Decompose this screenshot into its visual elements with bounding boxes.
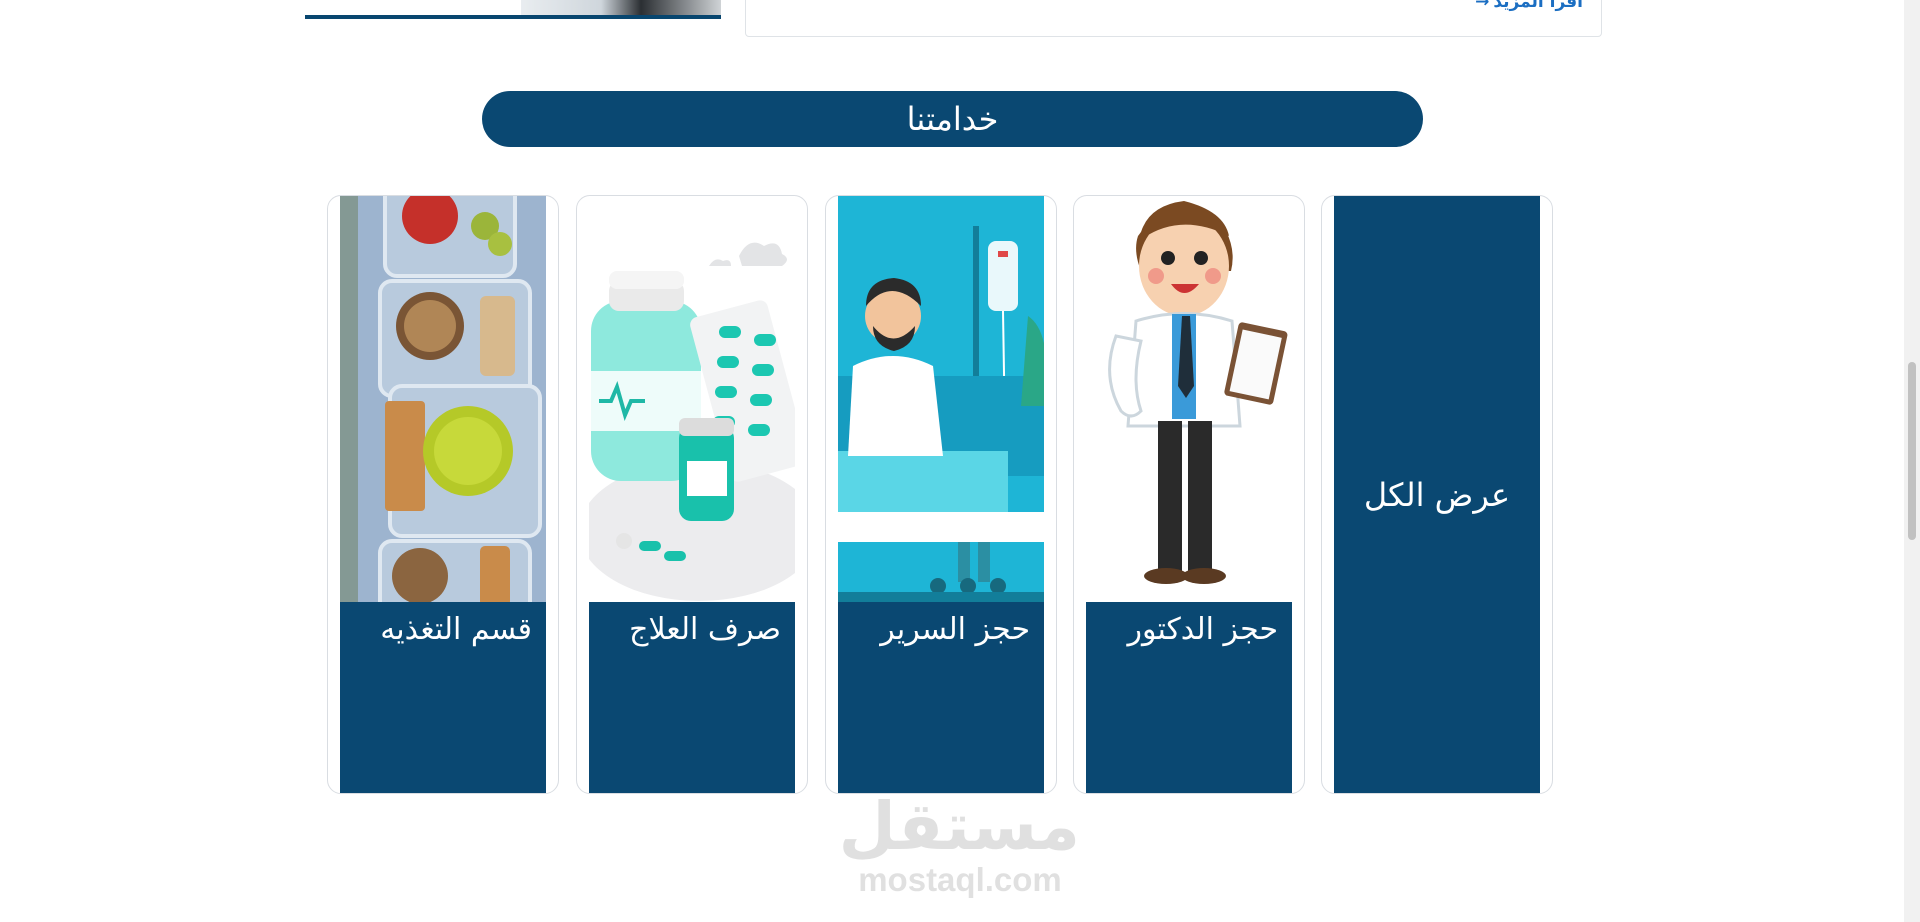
service-card-label: صرف العلاج [629, 612, 781, 647]
read-more-link[interactable]: اقرأ المزيد → [1475, 0, 1583, 12]
card-accent-bar [305, 15, 721, 19]
service-card-label: حجز الدكتور [1127, 612, 1278, 647]
service-card-label: قسم التغذيه [380, 612, 532, 647]
doctor-icon [1086, 196, 1292, 602]
service-card-bed[interactable]: حجز السرير [825, 195, 1057, 794]
services-title: خدامتنا [482, 91, 1423, 147]
arrow-right-icon: → [1475, 0, 1490, 12]
watermark-english: mostaql.com [858, 861, 1062, 898]
article-card: اقرأ المزيد → [745, 0, 1602, 37]
food-icon [340, 196, 546, 602]
services-title-text: خدامتنا [906, 100, 999, 138]
watermark-arabic: مستقل [838, 788, 1080, 865]
service-card-medicine[interactable]: صرف العلاج [576, 195, 808, 794]
read-more-label: اقرأ المزيد [1493, 0, 1583, 12]
view-all-card[interactable]: عرض الكل [1321, 195, 1553, 794]
service-card-label: حجز السرير [880, 612, 1030, 647]
service-card-doctor[interactable]: حجز الدكتور [1073, 195, 1305, 794]
mostaql-watermark: مستقل mostaql.com [838, 788, 1080, 902]
previous-article-card [305, 0, 721, 19]
page-scrollbar[interactable] [1904, 0, 1920, 922]
service-card-nutrition[interactable]: قسم التغذيه [327, 195, 559, 794]
article-image [521, 0, 721, 15]
medicine-icon [589, 196, 795, 602]
view-all-label: عرض الكل [1363, 475, 1511, 514]
hospital-bed-icon [838, 196, 1044, 602]
scrollbar-thumb[interactable] [1908, 362, 1916, 540]
